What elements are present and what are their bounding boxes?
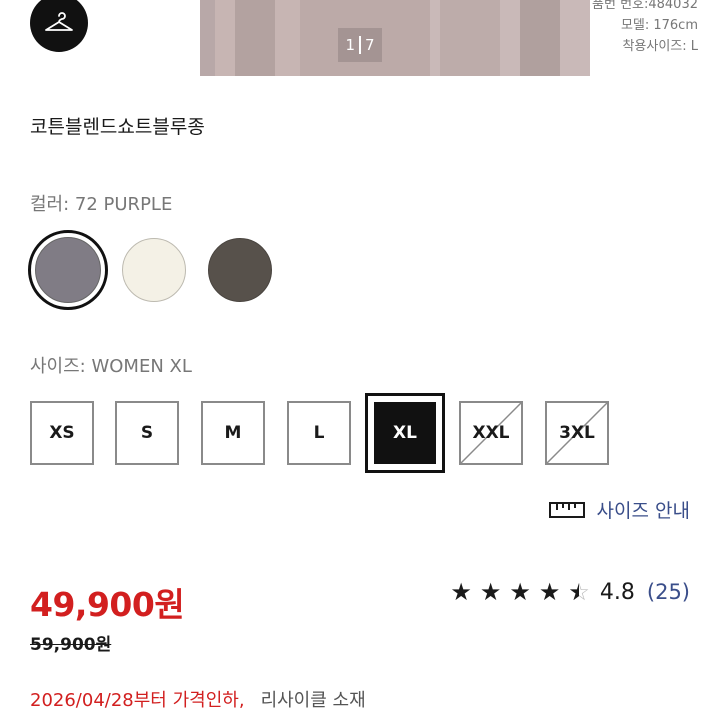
page-current: 1: [345, 36, 355, 54]
size-option-m[interactable]: M: [201, 401, 265, 465]
size-option-xs[interactable]: XS: [30, 401, 94, 465]
star-full-icon: ★: [479, 578, 502, 606]
size-option-3xl[interactable]: 3XL: [545, 401, 609, 465]
garment-fold: [235, 0, 275, 76]
garment-fold: [520, 0, 560, 76]
garment-fold: [440, 0, 500, 76]
sale-price: 49,900원: [30, 585, 185, 624]
model-height: 모델: 176cm: [620, 18, 698, 33]
material-notice: 리사이클 소재: [260, 690, 366, 711]
price-drop-notice: 2026/04/28부터 가격인하,: [30, 690, 245, 711]
color-swatch-olive[interactable]: [208, 238, 272, 302]
product-title: 코튼블렌드쇼트블루종: [30, 116, 205, 138]
size-option-label: XS: [49, 423, 75, 443]
product-number: 품번 번호:484032: [592, 0, 698, 12]
size-option-l[interactable]: L: [287, 401, 351, 465]
color-swatch-fill: [35, 237, 101, 303]
page-total: 7: [365, 36, 375, 54]
size-option-label: XL: [393, 423, 417, 443]
original-price: 59,900원: [30, 635, 112, 655]
size-option-label: L: [313, 423, 325, 443]
ruler-icon: [548, 501, 585, 518]
size-option-label: S: [140, 423, 154, 443]
size-option-label: XXL: [472, 423, 510, 443]
star-full-icon: ★: [450, 578, 472, 606]
review-count-link[interactable]: (25): [647, 580, 690, 604]
page-separator: [359, 36, 361, 54]
model-info: 품번 번호:484032 모델: 176cm 착용사이즈: L: [592, 0, 698, 57]
rating-stars: ★ ★ ★ ★ ☆★: [450, 578, 590, 606]
product-image-carousel[interactable]: 1 7 품번 번호:484032 모델: 176cm 착용사이즈: L: [0, 0, 720, 76]
star-half-icon: ☆★: [568, 578, 590, 606]
star-full-icon: ★: [538, 578, 561, 606]
color-swatch-purple[interactable]: [28, 230, 108, 310]
color-swatch-cream[interactable]: [122, 238, 186, 302]
size-option-s[interactable]: S: [115, 401, 179, 465]
product-notice: 2026/04/28부터 가격인하, 리사이클 소재: [30, 686, 366, 712]
color-label: 컬러: 72 PURPLE: [30, 194, 173, 215]
size-label: 사이즈: WOMEN XL: [30, 356, 192, 377]
size-guide-link[interactable]: 사이즈 안내: [548, 496, 690, 523]
model-wear-size: 착용사이즈: L: [622, 39, 698, 54]
rating-value: 4.8: [599, 579, 635, 605]
size-guide-label: 사이즈 안내: [596, 500, 690, 522]
product-rating[interactable]: ★ ★ ★ ★ ☆★ 4.8 (25): [450, 578, 690, 606]
size-option-xxl[interactable]: XXL: [459, 401, 523, 465]
size-option-selected-fill: XL: [374, 402, 436, 464]
size-option-xl[interactable]: XL: [365, 393, 445, 473]
hanger-icon: [45, 12, 73, 31]
size-option-label: M: [224, 423, 242, 443]
image-page-indicator: 1 7: [338, 28, 382, 62]
star-full-icon: ★: [509, 578, 531, 606]
size-option-label: 3XL: [559, 423, 595, 443]
